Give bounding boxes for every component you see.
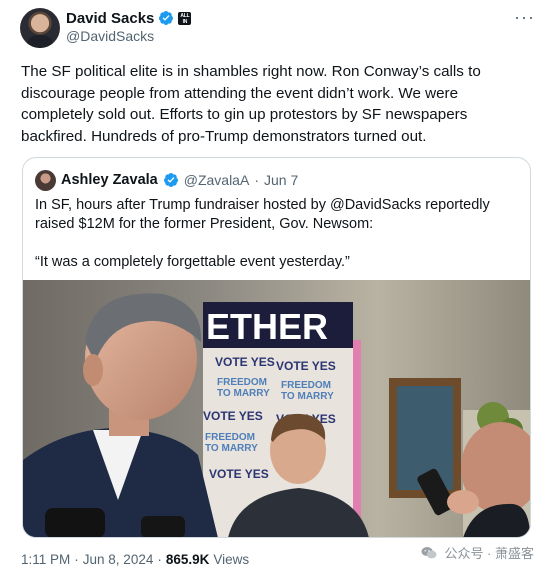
views-count: 865.9K: [165, 552, 210, 567]
sign-freedom: FREEDOM: [205, 432, 255, 443]
tweet-header: David Sacks ALL IN @DavidSacks ···: [20, 8, 535, 48]
footer-separator: ·: [157, 552, 162, 567]
sign-vote-yes: VOTE YES: [203, 409, 263, 423]
tweet-date[interactable]: Jun 8, 2024: [83, 552, 154, 567]
sign-freedom: FREEDOM: [217, 377, 267, 388]
sign-vote-yes: VOTE YES: [276, 359, 336, 373]
photo-illustration: ETHER VOTE YES VOTE YES FREEDOM TO MARRY…: [23, 280, 530, 537]
author-avatar[interactable]: [20, 8, 60, 48]
tweet-text: The SF political elite is in shambles ri…: [21, 63, 481, 145]
views-label: Views: [213, 552, 250, 567]
quoted-tweet-text: In SF, hours after Trump fundraiser host…: [35, 196, 521, 291]
verified-badge-icon: [163, 173, 178, 187]
sign-vote-yes: VOTE YES: [215, 355, 275, 369]
more-icon[interactable]: ···: [514, 8, 535, 26]
tweet-time[interactable]: 1:11 PM: [21, 552, 70, 567]
quoted-author-name: Ashley Zavala: [61, 172, 158, 188]
banner-text: ETHER: [206, 306, 328, 347]
sign-freedom: FREEDOM: [281, 380, 331, 391]
quoted-tweet-photo[interactable]: ETHER VOTE YES VOTE YES FREEDOM TO MARRY…: [23, 280, 530, 537]
quoted-tweet-header: Ashley Zavala @ZavalaA · Jun 7: [35, 169, 298, 191]
quoted-author-avatar: [35, 169, 56, 191]
sign-to-marry: TO MARRY: [205, 443, 258, 454]
author-name-row: David Sacks ALL IN: [66, 9, 192, 27]
quoted-paragraph-1: In SF, hours after Trump fundraiser host…: [35, 197, 490, 232]
author-handle[interactable]: @DavidSacks: [66, 28, 154, 44]
sign-to-marry: TO MARRY: [217, 388, 270, 399]
sign-vote-yes: VOTE YES: [209, 467, 269, 481]
quoted-author-handle: @ZavalaA: [183, 172, 250, 188]
quoted-paragraph-2: “It was a completely forgettable event y…: [35, 254, 350, 270]
sign-to-marry: TO MARRY: [281, 391, 334, 402]
quoted-tweet[interactable]: Ashley Zavala @ZavalaA · Jun 7 In SF, ho…: [22, 157, 531, 538]
author-display-name[interactable]: David Sacks: [66, 10, 154, 27]
affiliate-badge[interactable]: ALL IN: [178, 11, 192, 25]
quoted-separator: ·: [254, 172, 259, 188]
tweet-card: David Sacks ALL IN @DavidSacks ··· The S…: [0, 0, 554, 575]
wechat-icon: [421, 546, 437, 558]
quoted-date: Jun 7: [263, 172, 299, 188]
tweet-footer: 1:11 PM · Jun 8, 2024 · 865.9K Views: [21, 552, 249, 567]
footer-separator: ·: [74, 552, 79, 567]
watermark-text: 公众号 · 萧盛客: [444, 546, 534, 561]
watermark: 公众号 · 萧盛客: [420, 543, 534, 562]
verified-badge-icon: [159, 11, 174, 25]
